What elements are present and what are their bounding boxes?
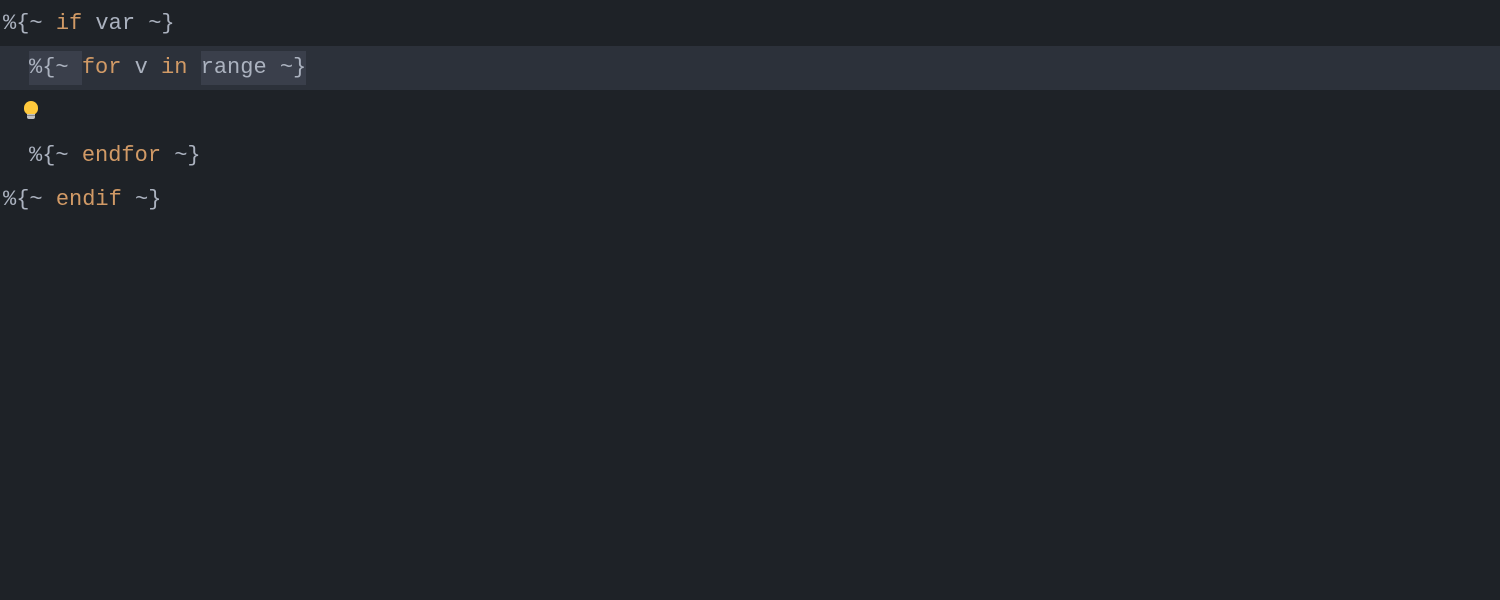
code-action-line xyxy=(0,90,1500,134)
code-line[interactable]: %{~ endfor ~} xyxy=(0,134,1500,178)
template-close: ~} xyxy=(267,51,307,86)
code-line[interactable]: %{~ endif ~} xyxy=(0,178,1500,222)
variable: range xyxy=(201,51,267,86)
code-line-active[interactable]: %{~ for v in range ~} xyxy=(0,46,1500,90)
keyword-if: if xyxy=(56,9,82,40)
keyword-in: in xyxy=(161,53,187,84)
template-close: ~} xyxy=(122,185,162,216)
code-editor[interactable]: %{~ if var ~} %{~ for v in range ~} %{~ … xyxy=(0,0,1500,600)
template-close: ~} xyxy=(135,9,175,40)
template-open: %{~ xyxy=(3,185,56,216)
keyword-for: for xyxy=(82,53,122,84)
template-open: %{~ xyxy=(3,9,56,40)
template-open: %{~ xyxy=(29,141,82,172)
template-open: %{~ xyxy=(29,51,82,86)
variable: var xyxy=(95,9,135,40)
keyword-endif: endif xyxy=(56,185,122,216)
template-close: ~} xyxy=(161,141,201,172)
keyword-endfor: endfor xyxy=(82,141,161,172)
code-line[interactable]: %{~ if var ~} xyxy=(0,2,1500,46)
lightbulb-icon[interactable] xyxy=(22,101,40,123)
variable: v xyxy=(135,53,148,84)
